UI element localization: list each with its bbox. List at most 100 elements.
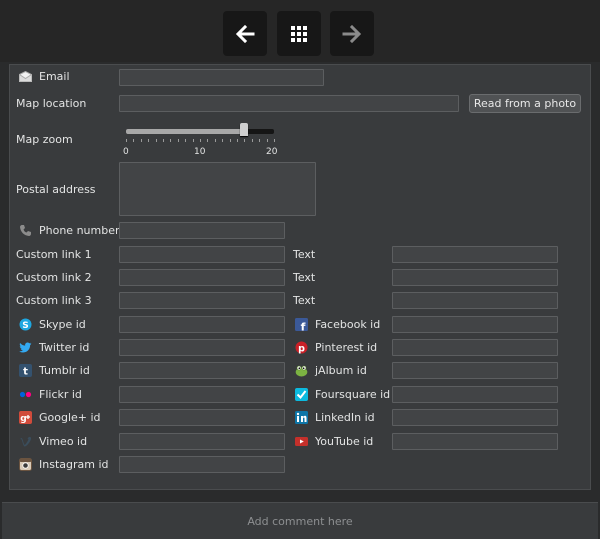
map-zoom-tick — [126, 139, 127, 142]
custom-link-2-label: Custom link 2 — [16, 271, 92, 284]
flickr-icon — [19, 388, 32, 401]
email-field[interactable] — [119, 69, 324, 86]
map-zoom-tick — [215, 139, 216, 142]
twitter-label: Twitter id — [39, 341, 90, 354]
instagram-field[interactable] — [119, 456, 285, 473]
jalbum-field[interactable] — [392, 362, 558, 379]
svg-text:S: S — [22, 321, 28, 331]
custom-link-2-text-field[interactable] — [392, 269, 558, 286]
phone-field[interactable] — [119, 222, 285, 239]
grid-button[interactable] — [277, 11, 321, 56]
pinterest-field[interactable] — [392, 339, 558, 356]
custom-link-3-label: Custom link 3 — [16, 294, 92, 307]
map-zoom-tick — [230, 139, 231, 142]
skype-field[interactable] — [119, 316, 285, 333]
map-zoom-fill — [126, 129, 244, 134]
back-button[interactable] — [223, 11, 267, 56]
email-label: Email — [39, 70, 70, 83]
foursquare-icon — [295, 388, 308, 401]
pinterest-icon: p — [295, 341, 308, 354]
custom-link-3-text-label: Text — [293, 294, 316, 307]
grid-icon — [291, 25, 307, 42]
twitter-field[interactable] — [119, 339, 285, 356]
map-zoom-tick-min: 0 — [123, 147, 129, 157]
jalbum-label: jAlbum id — [315, 364, 367, 377]
map-zoom-tick — [222, 139, 223, 142]
custom-link-1-field[interactable] — [119, 246, 285, 263]
map-zoom-tick — [156, 139, 157, 142]
vimeo-label: Vimeo id — [39, 435, 88, 448]
map-zoom-tick — [185, 139, 186, 142]
skype-label: Skype id — [39, 318, 86, 331]
flickr-field[interactable] — [119, 386, 285, 403]
facebook-label: Facebook id — [315, 318, 381, 331]
linkedin-icon — [295, 411, 308, 424]
map-zoom-tick — [237, 139, 238, 142]
arrow-right-icon — [342, 24, 362, 43]
youtube-icon — [295, 435, 308, 448]
map-zoom-tick — [244, 139, 245, 142]
postal-address-field[interactable] — [119, 162, 316, 216]
youtube-label: YouTube id — [315, 435, 374, 448]
tumblr-field[interactable] — [119, 362, 285, 379]
map-zoom-tick — [133, 139, 134, 142]
map-zoom-slider[interactable] — [126, 123, 274, 136]
phone-label: Phone number — [39, 224, 120, 237]
top-toolbar — [0, 0, 600, 62]
vimeo-field[interactable] — [119, 433, 285, 450]
map-zoom-tick — [141, 139, 142, 142]
foursquare-field[interactable] — [392, 386, 558, 403]
svg-text:f: f — [301, 321, 306, 332]
forward-button[interactable] — [330, 11, 374, 56]
map-zoom-tick — [178, 139, 179, 142]
youtube-field[interactable] — [392, 433, 558, 450]
facebook-field[interactable] — [392, 316, 558, 333]
svg-text:g: g — [20, 414, 26, 424]
map-zoom-tick — [193, 139, 194, 142]
map-zoom-thumb[interactable] — [240, 123, 248, 136]
custom-link-1-label: Custom link 1 — [16, 248, 92, 261]
custom-link-3-field[interactable] — [119, 292, 285, 309]
instagram-label: Instagram id — [39, 458, 109, 471]
phone-icon — [19, 224, 32, 237]
instagram-icon — [19, 458, 32, 471]
google-plus-label: Google+ id — [39, 411, 101, 424]
map-zoom-tick — [170, 139, 171, 142]
comment-bar — [2, 502, 598, 539]
map-location-field[interactable] — [119, 95, 459, 112]
map-zoom-tick — [259, 139, 260, 142]
jalbum-icon — [295, 364, 308, 377]
tumblr-icon: t — [19, 364, 32, 377]
custom-link-1-text-field[interactable] — [392, 246, 558, 263]
read-from-photo-button[interactable]: Read from a photo — [469, 94, 581, 113]
flickr-label: Flickr id — [39, 388, 82, 401]
postal-address-label: Postal address — [16, 183, 96, 196]
map-zoom-tick — [274, 139, 275, 142]
map-location-label: Map location — [16, 97, 87, 110]
linkedin-field[interactable] — [392, 409, 558, 426]
arrow-left-icon — [235, 24, 255, 43]
google-plus-icon: g — [19, 411, 32, 424]
custom-link-1-text-label: Text — [293, 248, 316, 261]
map-zoom-ticks — [126, 139, 275, 143]
map-zoom-tick — [267, 139, 268, 142]
map-zoom-tick-mid: 10 — [194, 147, 206, 157]
map-zoom-tick-max: 20 — [266, 147, 278, 157]
map-zoom-tick — [200, 139, 201, 142]
twitter-icon — [19, 341, 32, 354]
foursquare-label: Foursquare id — [315, 388, 391, 401]
google-plus-field[interactable] — [119, 409, 285, 426]
tumblr-label: Tumblr id — [39, 364, 90, 377]
linkedin-label: LinkedIn id — [315, 411, 375, 424]
facebook-icon: f — [295, 318, 308, 331]
comment-input[interactable] — [2, 503, 598, 539]
vimeo-icon — [19, 435, 32, 448]
skype-icon: S — [19, 318, 32, 331]
custom-link-2-field[interactable] — [119, 269, 285, 286]
svg-text:t: t — [23, 367, 28, 378]
custom-link-2-text-label: Text — [293, 271, 316, 284]
map-zoom-label: Map zoom — [16, 133, 73, 146]
custom-link-3-text-field[interactable] — [392, 292, 558, 309]
svg-text:p: p — [298, 343, 305, 354]
envelope-icon — [19, 70, 32, 83]
